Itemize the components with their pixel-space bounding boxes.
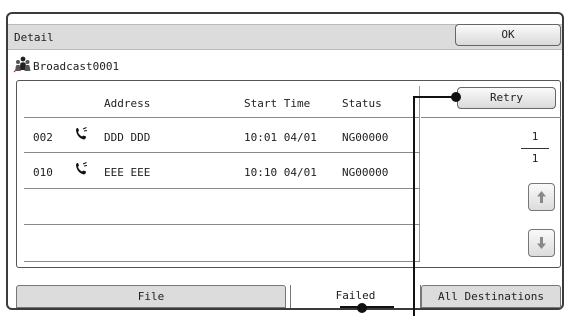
multi-user-icon <box>13 56 31 73</box>
arrow-up-icon <box>537 191 546 203</box>
row-divider <box>24 261 420 262</box>
row-address: DDD DDD <box>104 131 151 144</box>
broadcast-name: Broadcast0001 <box>33 60 120 73</box>
phone-icon <box>76 162 88 175</box>
ok-button[interactable]: OK <box>455 24 561 46</box>
row-status: NG00000 <box>342 166 389 179</box>
callout-line <box>414 96 456 98</box>
sidebar-divider <box>421 117 561 118</box>
scroll-up-button[interactable] <box>528 183 555 211</box>
callout-marker <box>357 303 367 313</box>
callout-marker <box>451 92 461 102</box>
row-address: EEE EEE <box>104 166 151 179</box>
dialog-title: Detail <box>14 31 54 44</box>
row-divider <box>24 188 420 189</box>
scroll-down-button[interactable] <box>528 229 555 257</box>
phone-icon <box>76 127 88 140</box>
column-header-address: Address <box>104 97 151 110</box>
retry-button[interactable]: Retry <box>457 87 556 109</box>
callout-line <box>340 306 394 308</box>
row-number: 010 <box>33 166 53 179</box>
column-header-status: Status <box>342 97 382 110</box>
arrow-down-icon <box>537 237 546 249</box>
tab-file[interactable]: File <box>16 285 286 308</box>
page-current: 1 <box>531 130 539 143</box>
page-divider <box>521 148 549 149</box>
row-start-time: 10:01 04/01 <box>244 131 317 144</box>
row-status: NG00000 <box>342 131 389 144</box>
tab-failed[interactable]: Failed <box>290 285 421 308</box>
row-divider <box>24 224 420 225</box>
row-start-time: 10:10 04/01 <box>244 166 317 179</box>
page-total: 1 <box>531 152 539 165</box>
callout-line <box>413 96 415 316</box>
column-header-start-time: Start Time <box>244 97 311 110</box>
row-number: 002 <box>33 131 53 144</box>
tab-all-destinations[interactable]: All Destinations <box>421 285 561 308</box>
